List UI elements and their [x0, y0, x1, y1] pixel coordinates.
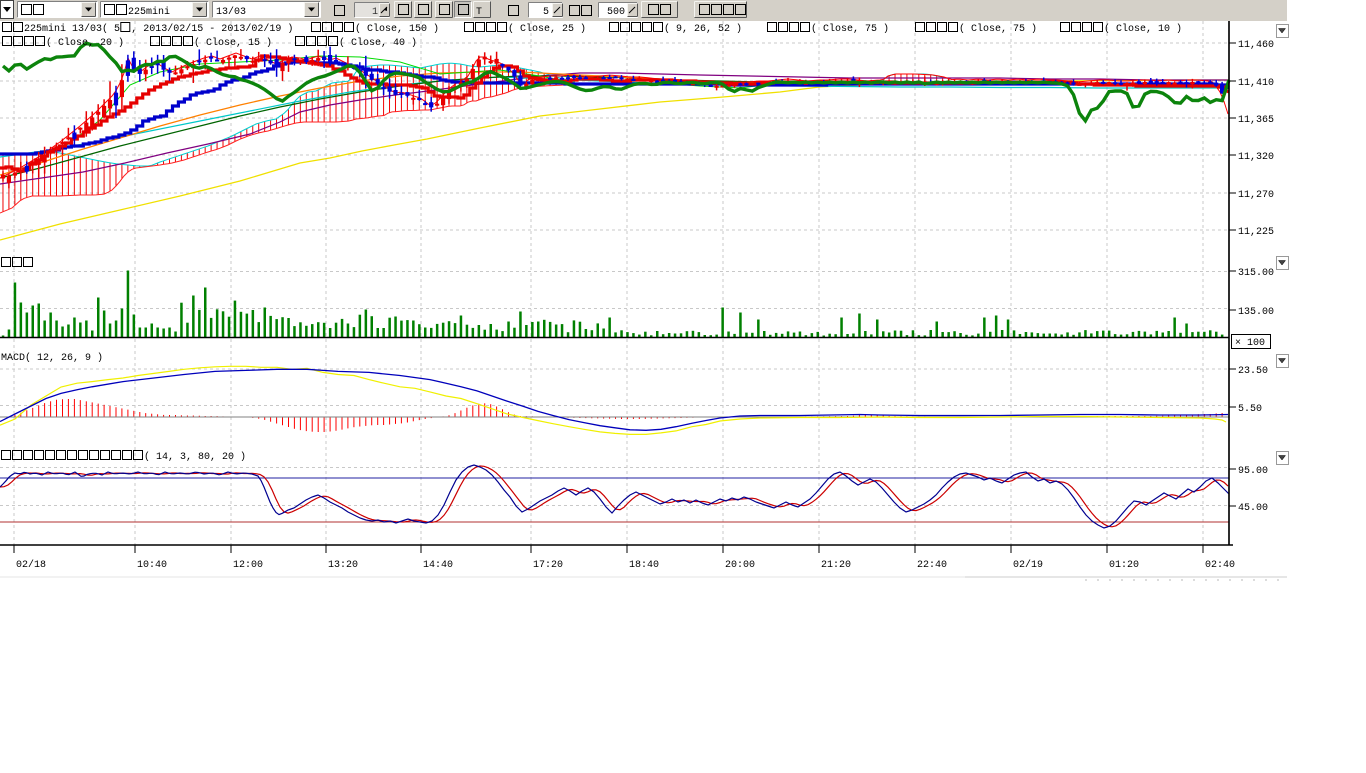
svg-text:11,270: 11,270	[1238, 190, 1274, 201]
svg-text:18:40: 18:40	[629, 560, 659, 571]
svg-text:23.50: 23.50	[1238, 366, 1268, 377]
svg-text:( Close, 25 ): ( Close, 25 )	[508, 23, 586, 35]
svg-text:, 2013/02/15 - 2013/02/19 ): , 2013/02/15 - 2013/02/19 )	[131, 23, 293, 35]
svg-text:( Close, 75 ): ( Close, 75 )	[811, 23, 889, 35]
svg-text:11,365: 11,365	[1238, 115, 1274, 126]
svg-text:1: 1	[372, 7, 378, 18]
svg-text:14:40: 14:40	[423, 560, 453, 571]
svg-text:( 14, 3, 80, 20 ): ( 14, 3, 80, 20 )	[144, 451, 246, 463]
svg-text:( Close, 20 ): ( Close, 20 )	[46, 37, 124, 49]
svg-text:22:40: 22:40	[917, 560, 947, 571]
svg-text:( Close, 15 ): ( Close, 15 )	[194, 37, 272, 49]
svg-text:02/19: 02/19	[1013, 559, 1043, 571]
svg-text:135.00: 135.00	[1238, 307, 1274, 318]
svg-text:11,410: 11,410	[1238, 78, 1274, 89]
svg-text:17:20: 17:20	[533, 560, 563, 571]
svg-text:11,225: 11,225	[1238, 227, 1274, 238]
svg-text:02/18: 02/18	[16, 559, 46, 571]
svg-text:45.00: 45.00	[1238, 503, 1268, 514]
svg-text:11,460: 11,460	[1238, 40, 1274, 51]
svg-text:( Close, 10 ): ( Close, 10 )	[1104, 23, 1182, 35]
svg-text:315.00: 315.00	[1238, 268, 1274, 279]
svg-text:13:20: 13:20	[328, 560, 358, 571]
svg-text:20:00: 20:00	[725, 560, 755, 571]
svg-text:02:40: 02:40	[1205, 560, 1235, 571]
svg-text:12:00: 12:00	[233, 560, 263, 571]
svg-text:500: 500	[607, 7, 625, 18]
svg-text:T: T	[476, 7, 482, 18]
svg-text:01:20: 01:20	[1109, 560, 1139, 571]
svg-text:( Close, 75 ): ( Close, 75 )	[959, 23, 1037, 35]
svg-text:10:40: 10:40	[137, 560, 167, 571]
svg-text:( Close, 150 ): ( Close, 150 )	[355, 23, 439, 35]
svg-text:( Close, 40 ): ( Close, 40 )	[339, 37, 417, 49]
svg-text:( 9, 26, 52 ): ( 9, 26, 52 )	[664, 23, 742, 35]
svg-text:× 100: × 100	[1235, 338, 1265, 349]
svg-text:13/03: 13/03	[216, 6, 246, 18]
svg-text:225mini: 225mini	[128, 6, 170, 18]
svg-text:5: 5	[543, 7, 549, 18]
svg-text:225mini 13/03( 5: 225mini 13/03( 5	[24, 23, 120, 35]
svg-text:21:20: 21:20	[821, 560, 851, 571]
svg-text:5.50: 5.50	[1238, 404, 1262, 415]
svg-text:MACD( 12, 26, 9 ): MACD( 12, 26, 9 )	[1, 352, 103, 364]
svg-text:11,320: 11,320	[1238, 152, 1274, 163]
svg-text:95.00: 95.00	[1238, 466, 1268, 477]
